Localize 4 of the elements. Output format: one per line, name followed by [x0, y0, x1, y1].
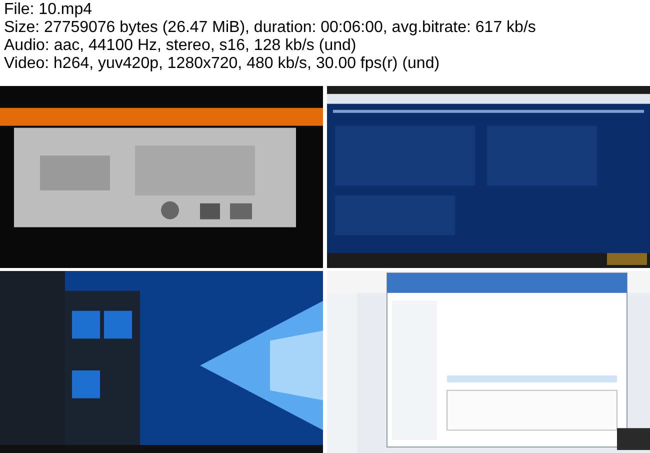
media-info-line: Size: 27759076 bytes (26.47 MiB), duration: 00:06:00, avg.bitrate: 617 kb/s	[4, 19, 537, 37]
media-info-line: Video: h264, yuv420p, 1280x720, 480 kb/s, 30.00 fps(r) (und)	[4, 55, 441, 73]
media-info-line: Audio: aac, 44100 Hz, stereo, s16, 128 kb/s (und)	[4, 37, 358, 55]
media-info-line: File: 10.mp4	[4, 1, 94, 19]
